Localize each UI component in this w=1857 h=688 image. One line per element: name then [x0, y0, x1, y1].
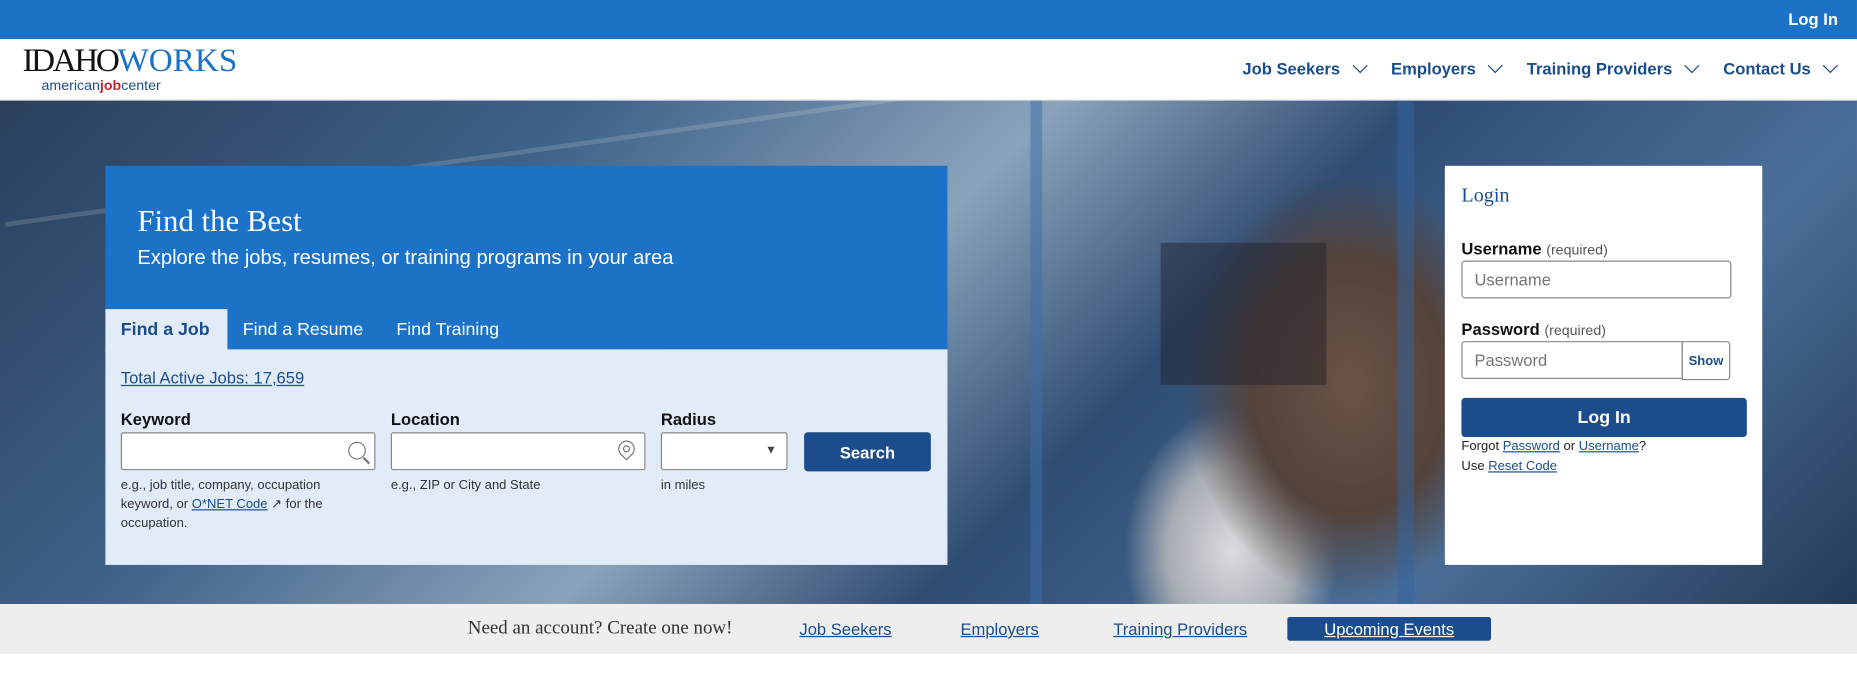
search-tabs: Find a Job Find a Resume Find Training	[105, 309, 516, 352]
top-login-link[interactable]: Log In	[1788, 9, 1838, 28]
hero-decor	[1030, 100, 1043, 604]
tab-find-a-job[interactable]: Find a Job	[105, 309, 228, 352]
login-button[interactable]: Log In	[1461, 397, 1747, 438]
chevron-down-icon	[1822, 58, 1838, 74]
radius-help: in miles	[660, 478, 706, 493]
hero-subheading: Explore the jobs, resumes, or training p…	[137, 246, 674, 269]
password-input[interactable]	[1462, 342, 1684, 378]
top-bar: Log In	[0, 0, 1857, 40]
idahoworks-logo[interactable]: IDAHOWORKS americanjobcenter	[22, 42, 238, 94]
keyword-label: Keyword	[120, 409, 191, 429]
password-field	[1461, 341, 1684, 379]
forgot-password-link[interactable]: Password	[1503, 439, 1560, 453]
create-account-bar: Need an account? Create one now! Job See…	[0, 603, 1857, 654]
forgot-username-link[interactable]: Username	[1579, 439, 1639, 453]
radius-select[interactable]: ▼	[660, 432, 788, 471]
logo-idaho: IDAHO	[22, 42, 120, 80]
nav-menu: Job Seekers Employers Training Providers…	[1242, 58, 1838, 79]
logo-job: job	[99, 76, 122, 94]
question-mark: ?	[1638, 439, 1647, 454]
search-form: Total Active Jobs: 17,659 Keyword e.g., …	[105, 349, 948, 565]
upcoming-events-button[interactable]: Upcoming Events	[1287, 617, 1492, 641]
password-label: Password (required)	[1461, 320, 1606, 339]
hero-decor	[1397, 100, 1415, 604]
use-text: Use	[1461, 459, 1485, 474]
username-label: Username (required)	[1461, 239, 1607, 258]
keyword-help: e.g., job title, company, occupation key…	[121, 476, 358, 533]
logo-center: center	[121, 76, 161, 94]
login-panel: Login Username (required) Password (requ…	[1444, 165, 1763, 565]
or-text: or	[1563, 439, 1576, 454]
bottom-link-job-seekers[interactable]: Job Seekers	[799, 619, 891, 638]
external-link-icon: ↗	[271, 497, 283, 512]
tab-find-training[interactable]: Find Training	[381, 309, 517, 352]
username-field	[1461, 260, 1732, 299]
chevron-down-icon	[1684, 58, 1700, 74]
location-label: Location	[390, 409, 460, 429]
nav-label: Job Seekers	[1242, 59, 1341, 79]
nav-label: Contact Us	[1723, 59, 1811, 79]
main-navbar: IDAHOWORKS americanjobcenter Job Seekers…	[0, 39, 1857, 101]
reset-code-line: Use Reset Code	[1461, 460, 1557, 474]
chevron-down-icon	[1352, 58, 1368, 74]
hero-decor	[1160, 242, 1327, 385]
nav-label: Training Providers	[1526, 59, 1673, 79]
bottom-link-employers[interactable]: Employers	[960, 619, 1038, 638]
tab-find-a-resume[interactable]: Find a Resume	[227, 309, 381, 352]
nav-label: Employers	[1391, 59, 1476, 79]
search-icon	[348, 441, 366, 460]
username-label-text: Username	[1461, 239, 1542, 259]
search-panel-header: Find the Best Explore the jobs, resumes,…	[105, 165, 948, 352]
create-account-text: Need an account? Create one now!	[467, 618, 733, 639]
onet-code-link[interactable]: O*NET Code	[192, 497, 268, 511]
reset-code-link[interactable]: Reset Code	[1488, 460, 1557, 474]
radius-label: Radius	[660, 409, 717, 429]
login-title: Login	[1461, 183, 1510, 207]
bottom-link-training-providers[interactable]: Training Providers	[1113, 619, 1247, 638]
password-required: (required)	[1544, 322, 1606, 339]
logo-american: american	[41, 76, 100, 94]
job-search-panel: Find the Best Explore the jobs, resumes,…	[105, 165, 948, 565]
location-pin-icon	[614, 437, 639, 461]
nav-employers[interactable]: Employers	[1391, 58, 1503, 79]
search-button[interactable]: Search	[804, 432, 931, 472]
nav-training-providers[interactable]: Training Providers	[1526, 58, 1700, 79]
password-label-text: Password	[1461, 319, 1540, 339]
logo-works: WORKS	[117, 42, 238, 80]
username-input[interactable]	[1462, 261, 1728, 298]
nav-job-seekers[interactable]: Job Seekers	[1242, 58, 1368, 79]
show-password-button[interactable]: Show	[1681, 341, 1731, 381]
location-field	[390, 432, 646, 471]
location-input[interactable]	[392, 433, 609, 469]
username-required: (required)	[1546, 241, 1608, 259]
keyword-field	[120, 432, 376, 471]
nav-contact-us[interactable]: Contact Us	[1723, 58, 1838, 79]
location-help: e.g., ZIP or City and State	[390, 478, 541, 493]
forgot-text: Forgot	[1461, 439, 1500, 454]
chevron-down-icon	[1487, 58, 1503, 74]
total-active-jobs-link[interactable]: Total Active Jobs: 17,659	[121, 368, 304, 387]
keyword-input[interactable]	[121, 433, 338, 469]
dropdown-arrow-icon: ▼	[765, 444, 777, 458]
hero-heading: Find the Best	[137, 203, 302, 239]
forgot-credentials: Forgot Password or Username?	[1461, 439, 1646, 453]
